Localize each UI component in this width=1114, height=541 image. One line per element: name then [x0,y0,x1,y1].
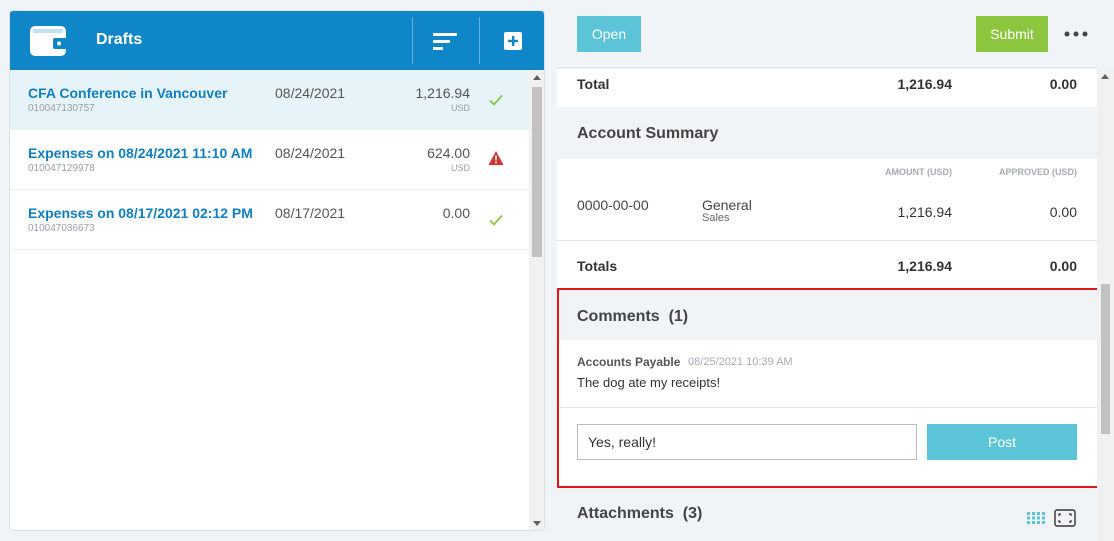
header-divider [412,17,413,64]
detail-toolbar: Open Submit [557,0,1097,68]
comments-title: Comments (1) [577,308,689,325]
draft-id: 010047129978 [28,163,95,174]
drafts-scrollbar[interactable] [529,70,544,530]
detail-scrollbar[interactable] [1097,69,1114,541]
comments-header: Comments (1) [559,290,1097,340]
total-row: Total 1,216.94 0.00 [557,69,1097,107]
draft-currency: USD [450,163,470,173]
comments-section: Comments (1) Accounts Payable 08/25/2021… [557,288,1097,488]
comment-timestamp: 08/25/2021 10:39 AM [688,356,793,368]
account-name: General [702,197,752,213]
draft-amount: 624.00 [427,145,470,161]
scroll-up-arrow[interactable] [533,75,541,80]
account-subcategory: Sales [702,212,730,224]
drafts-panel: Drafts CFA Conference in Vancouver 01004… [9,10,545,531]
amount-column-header: AMOUNT (USD) [885,167,952,177]
draft-id: 010047130757 [28,103,95,114]
app-root: Drafts CFA Conference in Vancouver 01004… [0,0,1114,541]
draft-currency: USD [450,103,470,113]
drafts-title: Drafts [96,31,143,48]
drafts-list: CFA Conference in Vancouver 010047130757… [10,70,529,530]
draft-row[interactable]: Expenses on 08/17/2021 02:12 PM 01004703… [10,190,529,250]
account-code: 0000-00-00 [577,197,649,213]
expand-icon[interactable] [1054,509,1076,527]
total-approved: 0.00 [1049,76,1077,92]
account-summary-title: Account Summary [577,125,719,142]
open-button[interactable]: Open [577,16,641,52]
totals-amount: 1,216.94 [897,258,953,274]
totals-label: Totals [577,258,618,274]
summary-divider [557,240,1097,241]
draft-amount: 0.00 [442,205,470,221]
attachments-header: Attachments (3) [557,490,1097,541]
comment-input[interactable] [577,424,917,460]
totals-approved: 0.00 [1049,258,1077,274]
draft-title: Expenses on 08/17/2021 02:12 PM [28,205,253,221]
draft-title: Expenses on 08/24/2021 11:10 AM [28,145,253,161]
scroll-up-arrow[interactable] [1101,74,1109,79]
check-icon [489,94,503,106]
total-label: Total [577,76,610,92]
attachments-title: Attachments (3) [577,505,703,522]
account-summary-header: Account Summary [557,107,1097,159]
sort-icon[interactable] [433,31,459,51]
account-amount: 1,216.94 [897,204,953,220]
more-options-icon[interactable] [1064,31,1088,37]
draft-amount: 1,216.94 [415,85,471,101]
account-approved: 0.00 [1049,204,1077,220]
grid-view-icon[interactable] [1027,512,1045,524]
scroll-thumb[interactable] [532,87,542,257]
detail-panel: Open Submit Total 1,216.94 0.00 Account … [557,0,1114,541]
wallet-icon [30,26,69,56]
check-icon [489,214,503,226]
warning-icon [488,151,504,165]
post-button[interactable]: Post [927,424,1077,460]
total-amount: 1,216.94 [897,76,953,92]
draft-date: 08/24/2021 [275,145,346,161]
draft-row[interactable]: Expenses on 08/24/2021 11:10 AM 01004712… [10,130,529,190]
comment-author: Accounts Payable [577,355,681,369]
approved-column-header: APPROVED (USD) [998,167,1077,177]
scroll-down-arrow[interactable] [533,521,541,526]
draft-date: 08/24/2021 [275,85,346,101]
comment-text: The dog ate my receipts! [577,375,721,390]
account-summary-body: AMOUNT (USD) APPROVED (USD) 0000-00-00 G… [557,159,1097,289]
drafts-header: Drafts [10,11,544,70]
detail-content: Total 1,216.94 0.00 Account Summary AMOU… [557,69,1097,541]
submit-button[interactable]: Submit [976,16,1048,52]
draft-id: 010047036673 [28,223,95,234]
header-divider [479,17,480,64]
comment-divider [559,407,1097,408]
scroll-thumb[interactable] [1101,284,1110,434]
draft-row[interactable]: CFA Conference in Vancouver 010047130757… [10,70,529,130]
draft-title: CFA Conference in Vancouver [28,85,228,101]
draft-date: 08/17/2021 [275,205,346,221]
add-icon[interactable] [503,31,523,51]
